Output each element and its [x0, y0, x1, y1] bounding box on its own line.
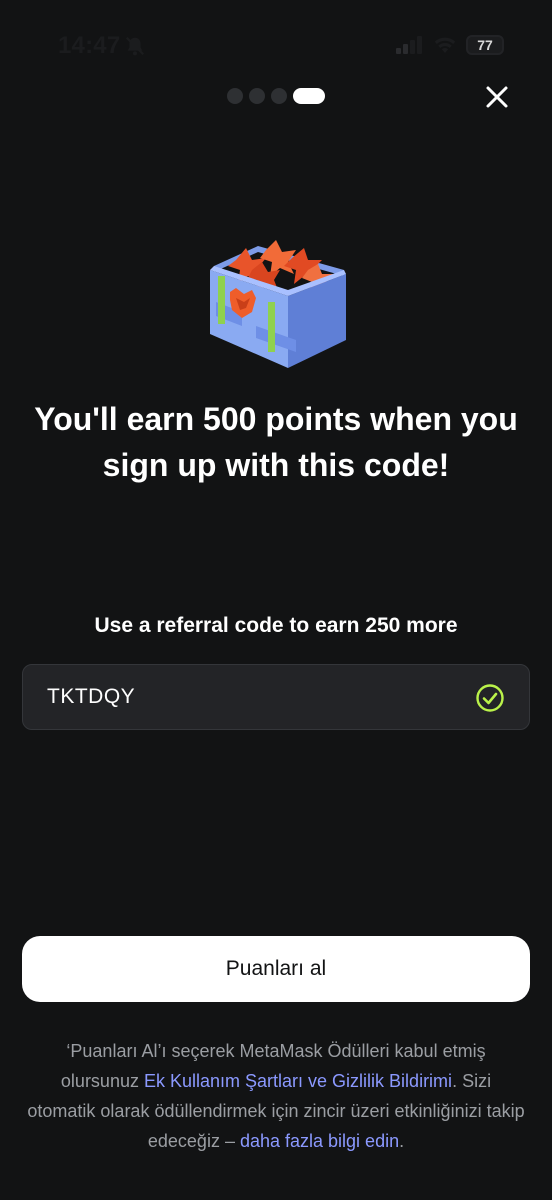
referral-code-input[interactable]: [47, 685, 427, 709]
bell-slash-icon: [125, 36, 145, 56]
referral-code-field[interactable]: [22, 664, 530, 730]
status-time: 14:47: [58, 32, 121, 59]
terms-link[interactable]: Ek Kullanım Şartları ve Gizlilik Bildiri…: [144, 1071, 452, 1091]
claim-points-button[interactable]: Puanları al: [22, 936, 530, 1002]
battery-indicator: 77: [466, 35, 504, 55]
pager-dot: [227, 88, 243, 104]
status-bar: 14:47 77: [0, 0, 552, 90]
reward-box-icon: [210, 240, 346, 368]
pager-dot-active: [293, 88, 325, 104]
battery-percent: 77: [477, 37, 493, 53]
wifi-icon: [434, 37, 456, 53]
onboarding-pager: [227, 88, 325, 104]
check-circle-icon: [476, 684, 504, 712]
learn-more-link[interactable]: daha fazla bilgi edin: [240, 1131, 399, 1151]
pager-dot: [271, 88, 287, 104]
legal-text-3: .: [399, 1131, 405, 1151]
signal-icon: [396, 36, 422, 54]
close-button[interactable]: [480, 80, 514, 114]
headline: You'll earn 500 points when you sign up …: [34, 401, 518, 483]
close-icon: [486, 86, 508, 108]
legal-disclaimer: ‘Puanları Al’ı seçerek MetaMask Ödülleri…: [26, 1036, 526, 1156]
referral-label: Use a referral code to earn 250 more: [94, 614, 458, 637]
pager-dot: [249, 88, 265, 104]
